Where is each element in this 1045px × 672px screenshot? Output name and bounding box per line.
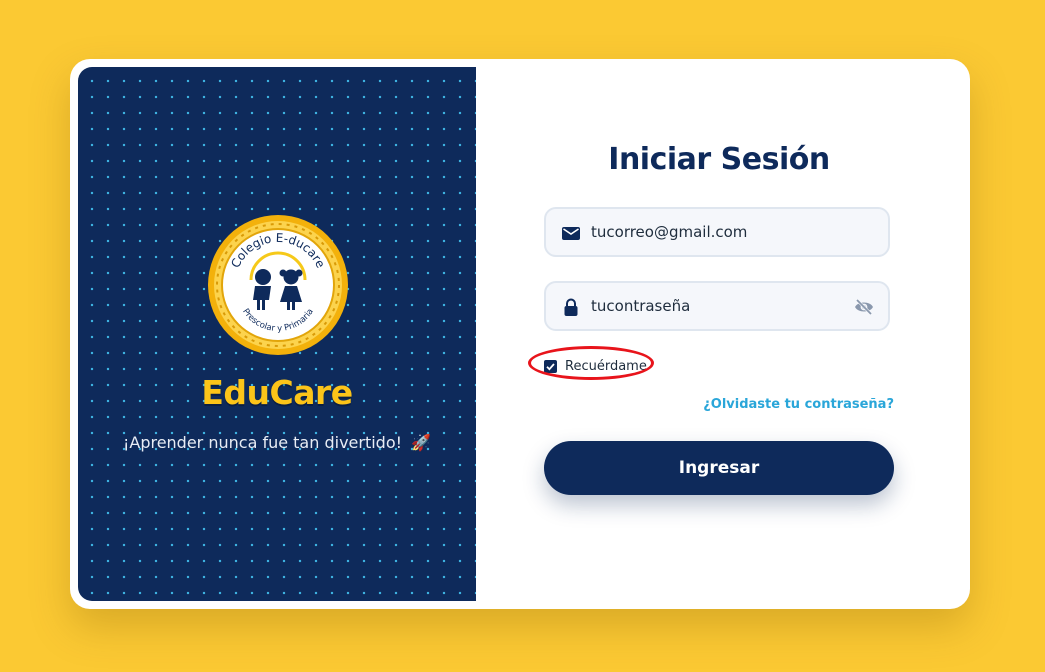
- email-field[interactable]: [544, 207, 890, 257]
- eye-off-icon[interactable]: [854, 298, 874, 316]
- password-input[interactable]: [591, 297, 841, 315]
- lock-icon: [564, 298, 578, 316]
- email-input[interactable]: [591, 223, 841, 241]
- tagline-text: ¡Aprender nunca fue tan divertido!: [122, 433, 403, 452]
- brand-panel: Colegio E-ducare Prescolar y Primaria Ed…: [78, 67, 476, 601]
- school-logo: Colegio E-ducare Prescolar y Primaria: [207, 214, 349, 356]
- forgot-password-link[interactable]: ¿Olvidaste tu contraseña?: [644, 397, 894, 412]
- rocket-icon: 🚀: [411, 433, 432, 452]
- login-card: Colegio E-ducare Prescolar y Primaria Ed…: [70, 59, 970, 609]
- brand-tagline: ¡Aprender nunca fue tan divertido! 🚀: [78, 433, 476, 452]
- password-field[interactable]: [544, 281, 890, 331]
- brand-name: EduCare: [201, 373, 353, 412]
- mail-icon: [562, 227, 580, 240]
- login-title: Iniciar Sesión: [608, 142, 830, 177]
- highlight-annotation: [528, 346, 654, 380]
- login-button[interactable]: Ingresar: [544, 441, 894, 495]
